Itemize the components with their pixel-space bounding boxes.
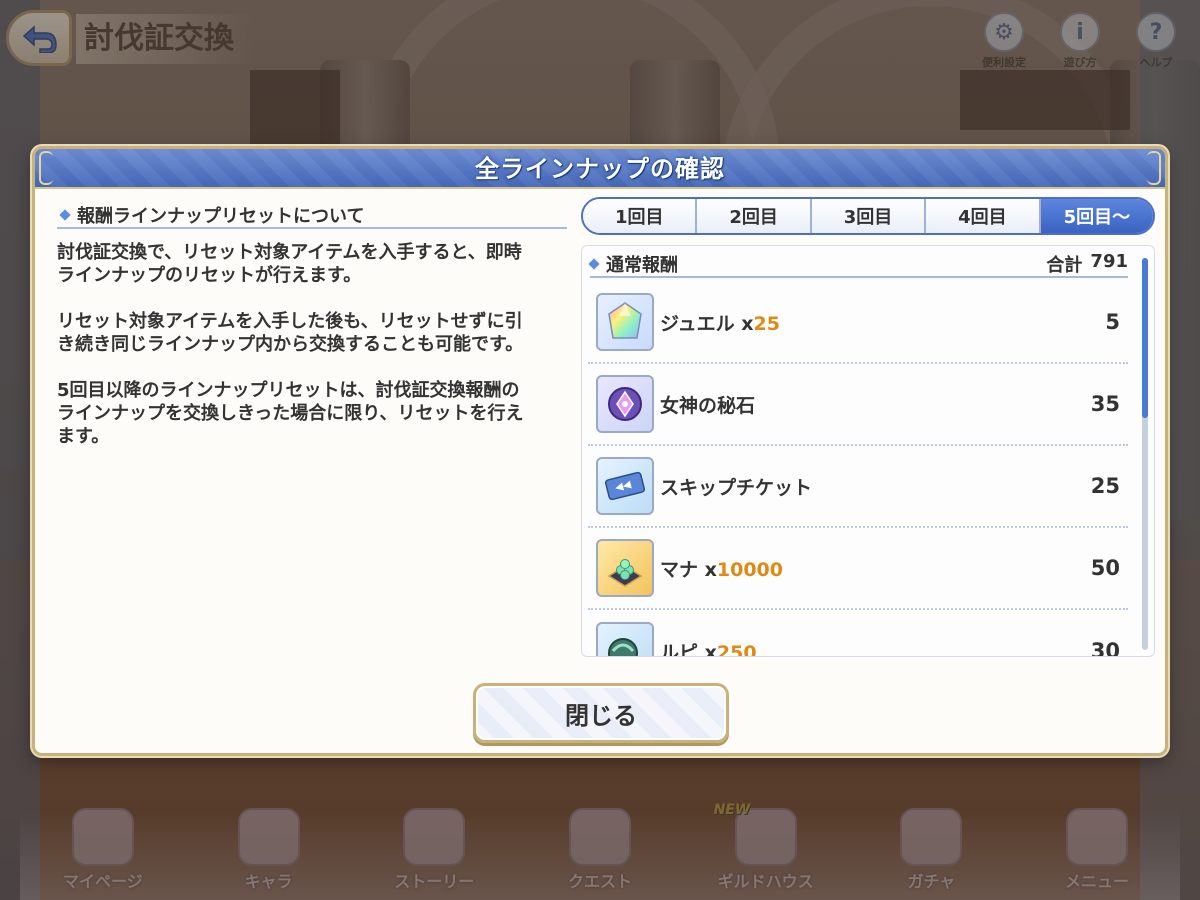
item-name-text: マナ bbox=[660, 558, 699, 581]
reward-panel: 通常報酬 合計 791 ジュエル x25 5 女神の秘石 35 スキップチケット… bbox=[581, 245, 1155, 657]
section-heading-text: 報酬ラインナップリセットについて bbox=[77, 206, 365, 227]
reset-info-section: 報酬ラインナップリセットについて 討伐証交換で、リセット対象アイテムを入手すると… bbox=[57, 203, 567, 471]
reward-row: 女神の秘石 35 bbox=[588, 364, 1128, 446]
item-name-text: ジュエル bbox=[660, 312, 735, 335]
reward-row: マナ x10000 50 bbox=[588, 528, 1128, 610]
goddess-stone-icon bbox=[596, 375, 654, 433]
reward-panel-heading: 通常報酬 合計 791 bbox=[588, 251, 1128, 278]
total-count: 合計 791 bbox=[1046, 251, 1128, 277]
item-name: 女神の秘石 bbox=[660, 391, 1060, 418]
section-heading: 報酬ラインナップリセットについて bbox=[57, 203, 567, 229]
close-button[interactable]: 閉じる bbox=[473, 683, 729, 743]
reset-description: 討伐証交換で、リセット対象アイテムを入手すると、即時ラインナップのリセットが行え… bbox=[57, 241, 537, 448]
item-name: ジュエル x25 bbox=[660, 312, 780, 335]
jewel-icon bbox=[596, 293, 654, 351]
description-paragraph: リセット対象アイテムを入手した後も、リセットせずに引き続き同じラインナップ内から… bbox=[57, 311, 524, 355]
item-count: 30 bbox=[1090, 639, 1120, 656]
reward-list-scrollbar[interactable] bbox=[1142, 258, 1148, 650]
total-label: 合計 bbox=[1046, 255, 1083, 276]
tab-round-2[interactable]: 2回目 bbox=[697, 199, 812, 233]
tab-round-3[interactable]: 3回目 bbox=[811, 199, 927, 233]
item-count: 50 bbox=[1090, 556, 1120, 580]
item-name-text: ルピ bbox=[660, 641, 699, 657]
rupi-icon bbox=[596, 622, 654, 656]
item-count: 5 bbox=[1105, 310, 1120, 334]
item-name: スキップチケット bbox=[660, 473, 1060, 500]
item-name-text: 女神の秘石 bbox=[660, 394, 756, 417]
item-count: 25 bbox=[1090, 474, 1120, 498]
scrollbar-thumb[interactable] bbox=[1142, 258, 1148, 418]
reward-row: ジュエル x25 5 bbox=[588, 282, 1128, 364]
diamond-bullet-icon bbox=[588, 258, 600, 270]
tab-round-1[interactable]: 1回目 bbox=[583, 199, 698, 233]
item-name-text: スキップチケット bbox=[660, 476, 813, 499]
reward-row: ルピ x250 30 bbox=[588, 610, 1128, 656]
mana-icon bbox=[596, 539, 654, 597]
reward-row: スキップチケット 25 bbox=[588, 446, 1128, 528]
dialog-title: 全ラインナップの確認 bbox=[475, 155, 725, 183]
lineup-dialog: 全ラインナップの確認 報酬ラインナップリセットについて 討伐証交換で、リセット対… bbox=[32, 146, 1168, 756]
total-value: 791 bbox=[1090, 251, 1128, 272]
item-name: ルピ x250 bbox=[660, 638, 1060, 657]
tab-round-5-plus[interactable]: 5回目〜 bbox=[1040, 199, 1153, 233]
description-paragraph: 5回目以降のラインナップリセットは、討伐証交換報酬のラインナップを交換しきった場… bbox=[57, 380, 524, 447]
item-quantity: 250 bbox=[716, 641, 757, 657]
tab-round-4[interactable]: 4回目 bbox=[926, 199, 1041, 233]
item-quantity: 25 bbox=[753, 312, 780, 335]
item-count: 35 bbox=[1090, 392, 1120, 416]
reward-category-label: 通常報酬 bbox=[606, 255, 678, 276]
diamond-bullet-icon bbox=[59, 209, 71, 221]
item-name: マナ x10000 bbox=[660, 558, 783, 581]
skip-ticket-icon bbox=[596, 457, 654, 515]
reward-list[interactable]: ジュエル x25 5 女神の秘石 35 スキップチケット 25 マナ x1000… bbox=[588, 282, 1128, 656]
item-quantity: 10000 bbox=[716, 558, 783, 581]
description-paragraph: 討伐証交換で、リセット対象アイテムを入手すると、即時ラインナップのリセットが行え… bbox=[57, 242, 522, 286]
round-tabs: 1回目 2回目 3回目 4回目 5回目〜 bbox=[581, 197, 1155, 235]
